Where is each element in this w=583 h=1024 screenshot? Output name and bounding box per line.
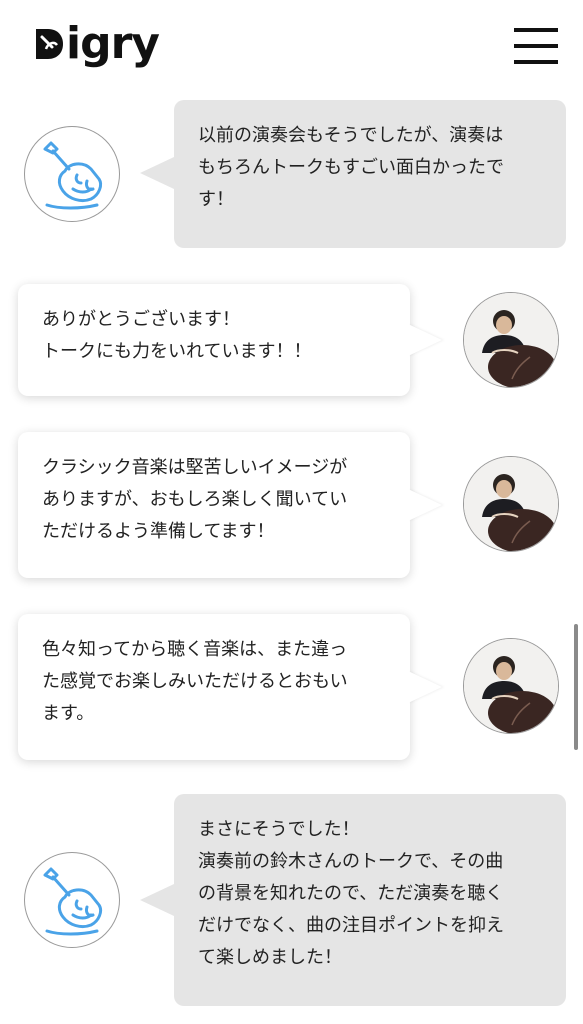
message-bubble: 色々知ってから聴く音楽は、また違っ た感覚でお楽しみいただけるとおもい ます。 bbox=[18, 614, 410, 760]
shovel-mascot-icon bbox=[43, 141, 103, 210]
bubble-tail bbox=[408, 324, 442, 356]
bubble-tail bbox=[140, 157, 174, 189]
message-text: まさにそうでした！ 演奏前の鈴木さんのトークで、その曲 の背景を知れたので、ただ… bbox=[198, 819, 504, 968]
performer-avatar bbox=[463, 456, 559, 552]
message-visitor: 以前の演奏会もそうでしたが、演奏は もちろんトークもすごい面白かったで す！ bbox=[0, 100, 583, 250]
scrollbar[interactable] bbox=[574, 624, 578, 750]
message-visitor: まさにそうでした！ 演奏前の鈴木さんのトークで、その曲 の背景を知れたので、ただ… bbox=[0, 794, 583, 1008]
performer-avatar bbox=[463, 292, 559, 388]
performer-photo bbox=[464, 639, 558, 733]
visitor-avatar bbox=[24, 852, 120, 948]
bubble-tail bbox=[408, 671, 442, 703]
menu-bar-icon bbox=[514, 60, 558, 64]
digry-logo[interactable]: igry bbox=[34, 14, 160, 74]
message-text: 色々知ってから聴く音楽は、また違っ た感覚でお楽しみいただけるとおもい ます。 bbox=[42, 639, 348, 724]
digry-logo-mark-icon bbox=[36, 29, 63, 59]
message-text: 以前の演奏会もそうでしたが、演奏は もちろんトークもすごい面白かったで す！ bbox=[198, 125, 504, 210]
visitor-avatar bbox=[24, 126, 120, 222]
message-performer: ありがとうございます！ トークにも力をいれています！！ bbox=[0, 282, 583, 398]
shovel-mascot-icon bbox=[43, 867, 103, 936]
performer-photo bbox=[464, 457, 558, 551]
message-performer: 色々知ってから聴く音楽は、また違っ た感覚でお楽しみいただけるとおもい ます。 bbox=[0, 612, 583, 762]
logo-text: igry bbox=[66, 18, 160, 69]
message-text: クラシック音楽は堅苦しいイメージが ありますが、おもしろ楽しく聞いてい ただける… bbox=[42, 457, 348, 542]
performer-photo bbox=[464, 293, 558, 387]
message-performer: クラシック音楽は堅苦しいイメージが ありますが、おもしろ楽しく聞いてい ただける… bbox=[0, 430, 583, 580]
message-text: ありがとうございます！ トークにも力をいれています！！ bbox=[42, 309, 312, 362]
performer-avatar bbox=[463, 638, 559, 734]
menu-bar-icon bbox=[514, 44, 558, 48]
message-bubble: 以前の演奏会もそうでしたが、演奏は もちろんトークもすごい面白かったで す！ bbox=[174, 100, 566, 248]
bubble-tail bbox=[140, 884, 174, 916]
bubble-tail bbox=[408, 489, 442, 521]
message-bubble: まさにそうでした！ 演奏前の鈴木さんのトークで、その曲 の背景を知れたので、ただ… bbox=[174, 794, 566, 1006]
hamburger-menu-button[interactable] bbox=[514, 28, 560, 66]
message-bubble: クラシック音楽は堅苦しいイメージが ありますが、おもしろ楽しく聞いてい ただける… bbox=[18, 432, 410, 578]
menu-bar-icon bbox=[514, 28, 558, 32]
site-header: igry bbox=[0, 0, 583, 90]
message-bubble: ありがとうございます！ トークにも力をいれています！！ bbox=[18, 284, 410, 396]
